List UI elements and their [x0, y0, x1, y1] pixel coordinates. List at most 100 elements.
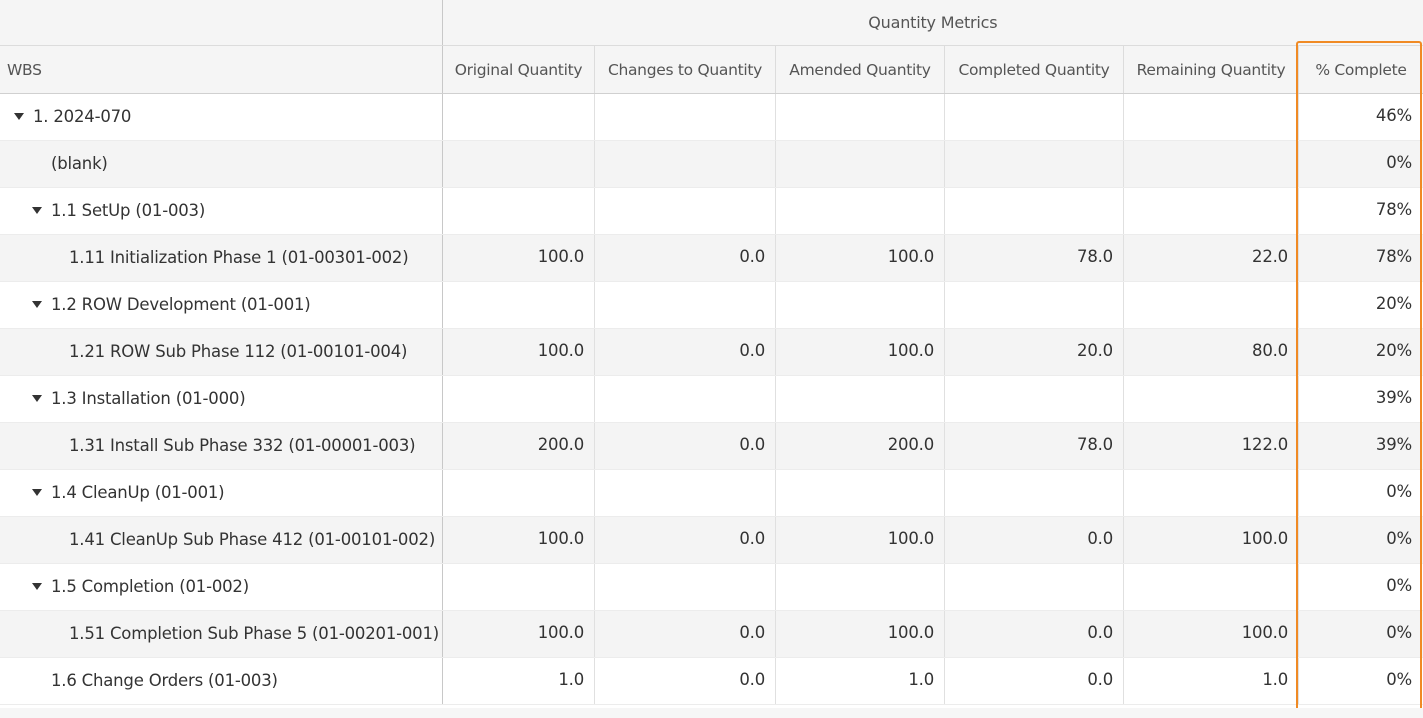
- wbs-cell: 1.4 CleanUp (01-001): [0, 470, 443, 516]
- table-row[interactable]: 1.51 Completion Sub Phase 5 (01-00201-00…: [0, 611, 1423, 658]
- wbs-label: 1.31 Install Sub Phase 332 (01-00001-003…: [69, 435, 416, 455]
- amended-quantity-cell: [776, 376, 945, 422]
- percent-complete-cell: 0%: [1386, 575, 1412, 595]
- wbs-label: 1.6 Change Orders (01-003): [51, 670, 278, 690]
- percent-complete-cell: 20%: [1375, 340, 1412, 360]
- table-row[interactable]: 1.6 Change Orders (01-003) 1.0 0.0 1.0 0.0 1.…: [0, 658, 1423, 705]
- completed-quantity-cell: [945, 141, 1124, 187]
- table-row[interactable]: (blank) 0%: [0, 141, 1423, 188]
- percent-complete-cell: 0%: [1386, 622, 1412, 642]
- expand-caret-icon[interactable]: [32, 394, 42, 402]
- completed-quantity-cell: [945, 282, 1124, 328]
- table-row[interactable]: 1.4 CleanUp (01-001) 0%: [0, 470, 1423, 517]
- remaining-quantity-cell: 22.0: [1124, 235, 1299, 281]
- changes-to-quantity-cell: [595, 470, 776, 516]
- amended-quantity-cell: [776, 282, 945, 328]
- changes-to-quantity-cell: 0.0: [595, 235, 776, 281]
- original-quantity-cell: [443, 282, 595, 328]
- amended-quantity-cell: 100.0: [776, 329, 945, 375]
- table-row[interactable]: 1.1 SetUp (01-003) 78%: [0, 188, 1423, 235]
- amended-quantity-cell: 100.0: [776, 235, 945, 281]
- completed-quantity-cell: 78.0: [945, 235, 1124, 281]
- expand-caret-icon[interactable]: [32, 488, 42, 496]
- completed-quantity-cell: [945, 376, 1124, 422]
- percent-complete-cell: 78%: [1375, 199, 1412, 219]
- completed-quantity-cell: [945, 94, 1124, 140]
- wbs-cell: 1.2 ROW Development (01-001): [0, 282, 443, 328]
- column-header-remaining-quantity[interactable]: Remaining Quantity: [1124, 46, 1299, 93]
- wbs-cell: 1.6 Change Orders (01-003): [0, 658, 443, 704]
- changes-to-quantity-cell: [595, 282, 776, 328]
- original-quantity-cell: 100.0: [443, 235, 595, 281]
- wbs-cell: 1.3 Installation (01-000): [0, 376, 443, 422]
- percent-complete-cell: 46%: [1375, 105, 1412, 125]
- amended-quantity-cell: [776, 470, 945, 516]
- quantity-metrics-grid: Quantity Metrics WBS Original Quantity C…: [0, 0, 1423, 705]
- table-row[interactable]: 1.31 Install Sub Phase 332 (01-00001-003…: [0, 423, 1423, 470]
- percent-complete-cell: 39%: [1375, 434, 1412, 454]
- amended-quantity-cell: 100.0: [776, 611, 945, 657]
- changes-to-quantity-cell: 0.0: [595, 517, 776, 563]
- column-header-original-quantity[interactable]: Original Quantity: [443, 46, 595, 93]
- column-header-changes-to-quantity[interactable]: Changes to Quantity: [595, 46, 776, 93]
- percent-complete-cell: 20%: [1375, 293, 1412, 313]
- wbs-label: 1.51 Completion Sub Phase 5 (01-00201-00…: [69, 623, 439, 643]
- table-row[interactable]: 1. 2024-070 46%: [0, 94, 1423, 141]
- table-row[interactable]: 1.2 ROW Development (01-001) 20%: [0, 282, 1423, 329]
- original-quantity-cell: [443, 141, 595, 187]
- percent-complete-cell: 39%: [1375, 387, 1412, 407]
- table-row[interactable]: 1.11 Initialization Phase 1 (01-00301-00…: [0, 235, 1423, 282]
- wbs-label: 1.41 CleanUp Sub Phase 412 (01-00101-002…: [69, 529, 436, 549]
- changes-to-quantity-cell: [595, 376, 776, 422]
- column-header-percent-complete[interactable]: % Complete: [1299, 46, 1423, 93]
- wbs-cell: 1. 2024-070: [0, 94, 443, 140]
- table-row[interactable]: 1.3 Installation (01-000) 39%: [0, 376, 1423, 423]
- wbs-label: 1.4 CleanUp (01-001): [51, 482, 225, 502]
- remaining-quantity-cell: 100.0: [1124, 611, 1299, 657]
- wbs-label: 1.2 ROW Development (01-001): [51, 294, 311, 314]
- wbs-label: (blank): [51, 153, 108, 173]
- wbs-cell: (blank): [0, 141, 443, 187]
- changes-to-quantity-cell: 0.0: [595, 611, 776, 657]
- remaining-quantity-cell: [1124, 470, 1299, 516]
- wbs-group-spacer: [0, 0, 443, 45]
- original-quantity-cell: [443, 188, 595, 234]
- completed-quantity-cell: 78.0: [945, 423, 1124, 469]
- amended-quantity-cell: 100.0: [776, 517, 945, 563]
- percent-complete-cell: 0%: [1386, 528, 1412, 548]
- wbs-label: 1.5 Completion (01-002): [51, 576, 249, 596]
- grid-footer-strip: [0, 708, 1423, 718]
- changes-to-quantity-cell: [595, 188, 776, 234]
- wbs-cell: 1.21 ROW Sub Phase 112 (01-00101-004): [0, 329, 443, 375]
- original-quantity-cell: 200.0: [443, 423, 595, 469]
- expand-caret-icon[interactable]: [32, 206, 42, 214]
- quantity-metrics-group-header: Quantity Metrics: [868, 13, 998, 32]
- table-row[interactable]: 1.5 Completion (01-002) 0%: [0, 564, 1423, 611]
- percent-complete-cell: 78%: [1375, 246, 1412, 266]
- remaining-quantity-cell: [1124, 141, 1299, 187]
- expand-caret-icon[interactable]: [14, 112, 24, 120]
- column-header-completed-quantity[interactable]: Completed Quantity: [945, 46, 1124, 93]
- expand-caret-icon[interactable]: [32, 300, 42, 308]
- column-header-amended-quantity[interactable]: Amended Quantity: [776, 46, 945, 93]
- completed-quantity-cell: 20.0: [945, 329, 1124, 375]
- grid-body: 1. 2024-070 46% (blank) 0% 1.1 SetUp (01-003…: [0, 94, 1423, 705]
- column-header-wbs[interactable]: WBS: [0, 46, 443, 93]
- changes-to-quantity-cell: 0.0: [595, 329, 776, 375]
- table-row[interactable]: 1.41 CleanUp Sub Phase 412 (01-00101-002…: [0, 517, 1423, 564]
- wbs-cell: 1.5 Completion (01-002): [0, 564, 443, 610]
- original-quantity-cell: [443, 470, 595, 516]
- remaining-quantity-cell: [1124, 376, 1299, 422]
- completed-quantity-cell: [945, 188, 1124, 234]
- remaining-quantity-cell: 80.0: [1124, 329, 1299, 375]
- amended-quantity-cell: 200.0: [776, 423, 945, 469]
- remaining-quantity-cell: [1124, 94, 1299, 140]
- wbs-label: 1. 2024-070: [33, 106, 132, 126]
- expand-caret-icon[interactable]: [32, 582, 42, 590]
- changes-to-quantity-cell: 0.0: [595, 658, 776, 704]
- completed-quantity-cell: [945, 470, 1124, 516]
- table-row[interactable]: 1.21 ROW Sub Phase 112 (01-00101-004) 100…: [0, 329, 1423, 376]
- percent-complete-cell: 0%: [1386, 152, 1412, 172]
- wbs-label: 1.1 SetUp (01-003): [51, 200, 206, 220]
- completed-quantity-cell: 0.0: [945, 658, 1124, 704]
